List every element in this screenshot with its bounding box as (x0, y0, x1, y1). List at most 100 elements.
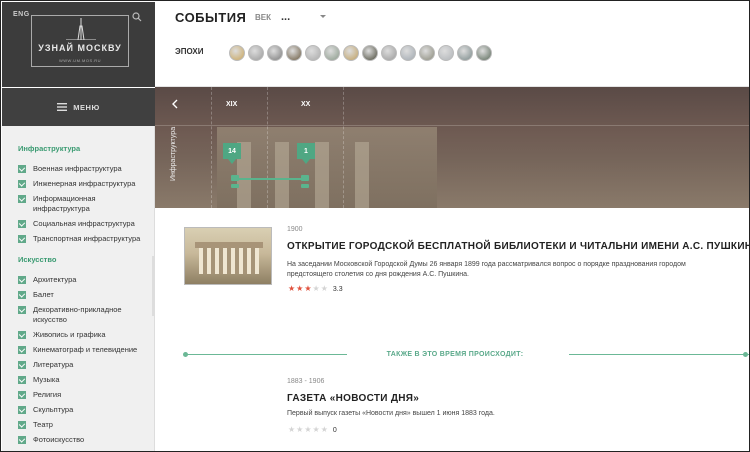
logo-text: УЗНАЙ МОСКВУ (38, 43, 122, 53)
filter-item[interactable]: Музыка (18, 375, 150, 385)
filter-label: Социальная инфраструктура (33, 219, 135, 228)
era-thumbnail[interactable] (267, 45, 283, 61)
filter-item[interactable]: Балет (18, 290, 150, 300)
checkbox-checked[interactable] (18, 180, 26, 188)
timeline-marker[interactable]: 1 (297, 143, 315, 164)
star-icon[interactable]: ★ (313, 426, 320, 434)
filter-item[interactable]: Военная инфраструктура (18, 164, 150, 174)
century-tick-label[interactable]: XX (301, 101, 310, 108)
era-thumbnail[interactable] (476, 45, 492, 61)
filter-item[interactable]: Информационная инфраструктура (18, 194, 150, 214)
filter-label: Транспортная инфраструктура (33, 234, 141, 243)
era-thumbnail[interactable] (438, 45, 454, 61)
page-title: СОБЫТИЯ (175, 10, 247, 25)
star-icon[interactable]: ★ (288, 426, 295, 434)
checkbox-checked[interactable] (18, 291, 26, 299)
era-thumbnail[interactable] (419, 45, 435, 61)
era-thumbnail[interactable] (248, 45, 264, 61)
events-list: 1900 ОТКРЫТИЕ ГОРОДСКОЙ БЕСПЛАТНОЙ БИБЛИ… (155, 208, 749, 451)
era-thumbnail[interactable] (362, 45, 378, 61)
checkbox-checked[interactable] (18, 361, 26, 369)
range-slider-handle[interactable] (301, 175, 309, 181)
checkbox-checked[interactable] (18, 376, 26, 384)
event-rating[interactable]: ★ ★ ★ ★ ★ 3.3 (288, 285, 343, 293)
related-events-heading: ТАКЖЕ В ЭТО ВРЕМЯ ПРОИСХОДИТ: (386, 351, 524, 358)
checkbox-checked[interactable] (18, 346, 26, 354)
filter-label: Религия (33, 390, 62, 399)
event-year: 1883 - 1906 (287, 378, 325, 385)
filter-item[interactable]: Литература (18, 360, 150, 370)
filter-item[interactable]: Живопись и графика (18, 330, 150, 340)
filter-item[interactable]: Декоративно-прикладное искусство (18, 305, 150, 325)
timeline-marker[interactable]: 14 (223, 143, 241, 164)
filter-item[interactable]: Театр (18, 420, 150, 430)
century-label: ВЕК (255, 13, 271, 22)
app-frame: ENG УЗНАЙ МОСКВУ WWW.UM.MOS.RU МЕНЮ Инфр… (0, 0, 750, 452)
range-slider-handle[interactable] (231, 175, 239, 181)
event-title[interactable]: ГАЗЕТА «НОВОСТИ ДНЯ» (287, 393, 419, 404)
star-icon[interactable]: ★ (304, 426, 311, 434)
checkbox-checked[interactable] (18, 436, 26, 444)
event-description: На заседании Московской Городской Думы 2… (287, 261, 686, 278)
filter-item[interactable]: Фотоискусство (18, 435, 150, 445)
checkbox-checked[interactable] (18, 276, 26, 284)
era-thumbnail[interactable] (305, 45, 321, 61)
century-tick-label[interactable]: XIX (226, 101, 237, 108)
event-rating[interactable]: ★ ★ ★ ★ ★ 0 (288, 426, 337, 434)
event-year: 1900 (287, 226, 303, 233)
menu-button[interactable]: МЕНЮ (2, 88, 155, 126)
filter-label: Музыка (33, 375, 60, 384)
chevron-left-icon[interactable] (171, 99, 179, 109)
checkbox-checked[interactable] (18, 235, 26, 243)
era-thumbnail[interactable] (381, 45, 397, 61)
era-thumbnail[interactable] (324, 45, 340, 61)
star-icon[interactable]: ★ (296, 426, 303, 434)
era-thumbnail[interactable] (343, 45, 359, 61)
era-thumbnails (229, 45, 492, 61)
era-thumbnail[interactable] (400, 45, 416, 61)
filter-item[interactable]: Кинематограф и телевидение (18, 345, 150, 355)
checkbox-checked[interactable] (18, 421, 26, 429)
star-icon[interactable]: ★ (321, 426, 328, 434)
star-icon[interactable]: ★ (288, 285, 295, 293)
event-title[interactable]: ОТКРЫТИЕ ГОРОДСКОЙ БЕСПЛАТНОЙ БИБЛИОТЕКИ… (287, 241, 749, 252)
star-icon[interactable]: ★ (321, 285, 328, 293)
background-photo-detail (315, 142, 329, 208)
language-switch[interactable]: ENG (13, 11, 30, 18)
filter-label: Балет (33, 290, 54, 299)
checkbox-checked[interactable] (18, 406, 26, 414)
checkbox-checked[interactable] (18, 391, 26, 399)
section-title: Инфраструктура (18, 144, 81, 153)
era-thumbnail[interactable] (229, 45, 245, 61)
search-icon[interactable] (132, 12, 142, 22)
range-slider-handle[interactable] (301, 184, 309, 188)
filter-label: Архитектура (33, 275, 77, 284)
menu-label: МЕНЮ (73, 102, 100, 112)
hamburger-icon (57, 103, 68, 111)
star-icon[interactable]: ★ (296, 285, 303, 293)
checkbox-checked[interactable] (18, 331, 26, 339)
page-header: СОБЫТИЯ ВЕК ... ЭПОХИ (155, 2, 749, 87)
event-thumbnail[interactable] (184, 227, 272, 285)
range-slider-handle[interactable] (231, 184, 239, 188)
range-slider-track[interactable] (235, 178, 305, 180)
divider (185, 354, 347, 355)
logo[interactable]: УЗНАЙ МОСКВУ WWW.UM.MOS.RU (31, 15, 129, 67)
filter-item[interactable]: Социальная инфраструктура (18, 219, 150, 229)
era-thumbnail[interactable] (286, 45, 302, 61)
filter-item[interactable]: Религия (18, 390, 150, 400)
star-icon[interactable]: ★ (304, 285, 311, 293)
filter-label: Информационная инфраструктура (33, 194, 96, 213)
checkbox-checked[interactable] (18, 306, 26, 314)
filter-item[interactable]: Архитектура (18, 275, 150, 285)
eras-label: ЭПОХИ (175, 47, 204, 56)
era-thumbnail[interactable] (457, 45, 473, 61)
star-icon[interactable]: ★ (313, 285, 320, 293)
filter-item[interactable]: Транспортная инфраструктура (18, 234, 150, 244)
filter-item[interactable]: Инженерная инфраструктура (18, 179, 150, 189)
chevron-down-icon[interactable] (320, 15, 326, 18)
checkbox-checked[interactable] (18, 195, 26, 203)
checkbox-checked[interactable] (18, 220, 26, 228)
filter-item[interactable]: Скульптура (18, 405, 150, 415)
checkbox-checked[interactable] (18, 165, 26, 173)
